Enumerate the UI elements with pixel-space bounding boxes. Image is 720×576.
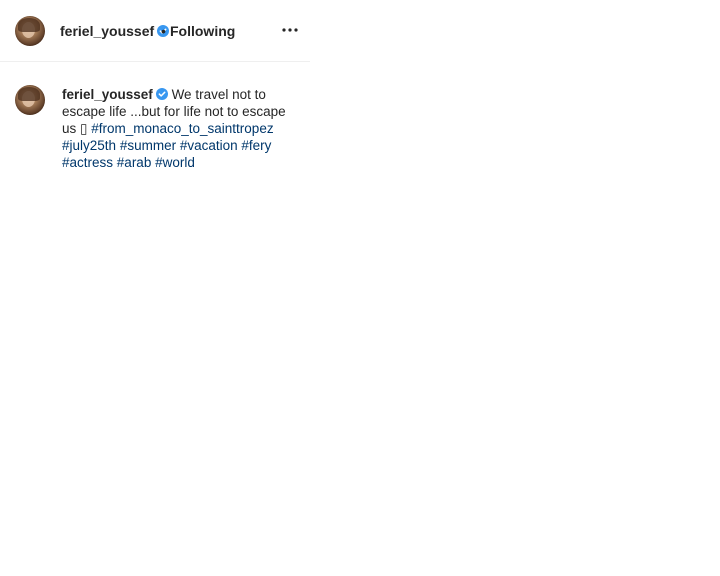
more-options-icon[interactable] xyxy=(280,21,300,39)
caption-avatar[interactable] xyxy=(15,85,45,115)
hashtag-link[interactable]: #vacation xyxy=(180,138,238,153)
hashtag-link[interactable]: #july25th xyxy=(62,138,116,153)
header-avatar[interactable] xyxy=(15,16,45,46)
hashtag-link[interactable]: #summer xyxy=(120,138,176,153)
header-username-text[interactable]: feriel_youssef xyxy=(60,23,154,39)
verified-badge-icon xyxy=(155,88,168,100)
header-username[interactable]: feriel_youssef xyxy=(60,22,170,40)
hashtag-link[interactable]: #arab xyxy=(117,155,152,170)
header-separator: • xyxy=(161,23,166,39)
following-button[interactable]: Following xyxy=(170,22,235,40)
post-header: feriel_youssef • Following xyxy=(0,0,310,62)
post-caption: feriel_youssef We travel not to escape l… xyxy=(62,86,290,171)
post-panel: feriel_youssef • Following feriel_yousse… xyxy=(0,0,310,576)
hashtag-link[interactable]: #actress xyxy=(62,155,113,170)
hashtag-link[interactable]: #from_monaco_to_sainttropez xyxy=(91,121,273,136)
hashtag-link[interactable]: #fery xyxy=(241,138,271,153)
caption-username[interactable]: feriel_youssef xyxy=(62,87,153,102)
hashtag-link[interactable]: #world xyxy=(155,155,195,170)
